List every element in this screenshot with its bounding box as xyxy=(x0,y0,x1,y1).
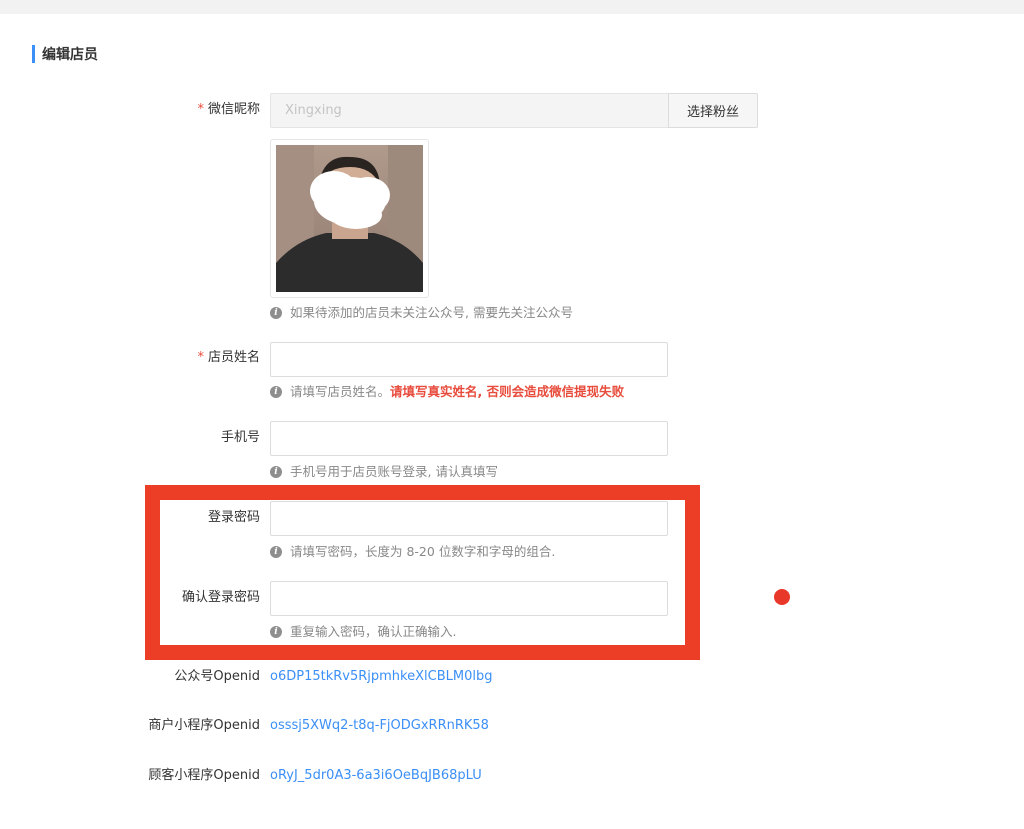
avatar-hint: i 如果待添加的店员未关注公众号, 需要先关注公众号 xyxy=(270,305,573,321)
select-fans-button[interactable]: 选择粉丝 xyxy=(668,93,758,128)
openid-merchant-label: 商户小程序Openid xyxy=(148,718,260,733)
required-mark: * xyxy=(197,102,204,117)
section-title-text: 编辑店员 xyxy=(42,47,98,63)
phone-input[interactable] xyxy=(271,422,667,455)
info-icon: i xyxy=(270,466,282,478)
avatar xyxy=(270,139,429,298)
openid-official-value[interactable]: o6DP15tkRv5RjpmhkeXlCBLM0lbg xyxy=(270,669,492,685)
staff-name-hint: i 请填写店员姓名。 请填写真实姓名, 否则会造成微信提现失败 xyxy=(270,384,624,400)
nickname-label: * 微信昵称 xyxy=(197,102,260,117)
staff-name-warning: 请填写真实姓名, 否则会造成微信提现失败 xyxy=(390,384,625,399)
info-icon: i xyxy=(270,386,282,398)
info-icon: i xyxy=(270,307,282,319)
openid-customer-value[interactable]: oRyJ_5dr0A3-6a3i6OeBqJB68pLU xyxy=(270,768,482,784)
openid-customer-label: 顾客小程序Openid xyxy=(148,768,260,783)
phone-hint: i 手机号用于店员账号登录, 请认真填写 xyxy=(270,464,498,480)
annotation-highlight-box xyxy=(145,485,700,660)
section-title-accent-bar xyxy=(32,45,35,63)
staff-name-field[interactable] xyxy=(270,342,668,377)
top-bar xyxy=(0,0,1024,14)
avatar-image xyxy=(276,145,423,292)
staff-name-input[interactable] xyxy=(271,343,667,376)
openid-official-label: 公众号Openid xyxy=(174,669,260,684)
section-title: 编辑店员 xyxy=(32,44,98,64)
openid-merchant-value[interactable]: osssj5XWq2-t8q-FjODGxRRnRK58 xyxy=(270,718,489,734)
nickname-input[interactable] xyxy=(271,94,668,127)
annotation-red-dot xyxy=(774,589,790,605)
staff-name-label: * 店员姓名 xyxy=(197,350,260,365)
required-mark: * xyxy=(197,350,204,365)
nickname-field[interactable] xyxy=(270,93,668,128)
phone-label: 手机号 xyxy=(220,430,260,445)
phone-field[interactable] xyxy=(270,421,668,456)
